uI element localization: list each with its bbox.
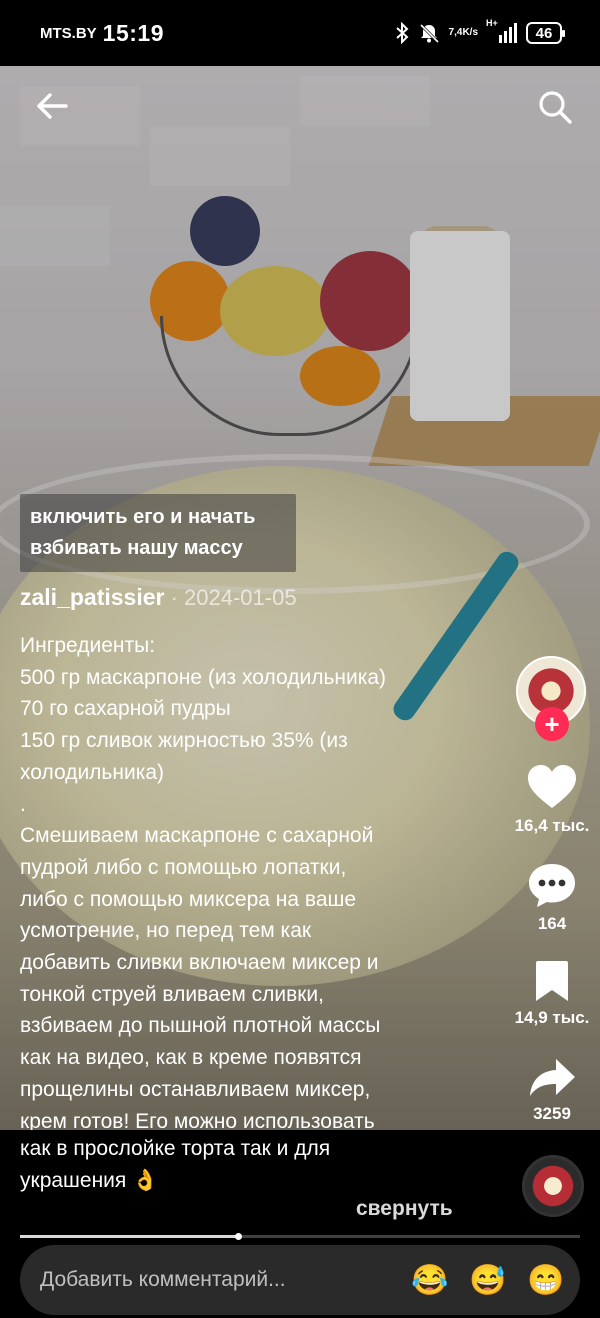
back-button[interactable] [32,86,72,126]
description-line: Ингредиенты: [20,634,156,657]
video-progress-bar[interactable] [20,1233,580,1240]
comment-input[interactable]: Добавить комментарий... [40,1268,392,1292]
post-description: Ингредиенты: 500 гр маскарпоне (из холод… [20,630,492,1201]
author-line: zali_patissier · 2024-01-05 [20,584,297,611]
description-line: пудрой либо с помощью лопатки, [20,855,347,879]
save-count: 14,9 тыс. [514,1008,590,1027]
description-line: 70 го сахарной пудры [20,697,231,721]
subtitle-line: взбивать нашу массу [30,537,243,559]
description-line: украшения 👌 [20,1168,159,1192]
share-button[interactable]: 3259 [500,1058,600,1124]
description-line: Смешиваем маскарпоне с сахарной [20,824,374,848]
description-line: холодильника) [20,760,165,784]
collapse-button[interactable]: свернуть [356,1197,453,1221]
description-line: усмотрение, но перед тем как [20,919,312,943]
description-line: 150 гр сливок жирностью 35% (из [20,729,348,753]
comment-count: 164 [537,914,567,933]
comment-bubble-icon [529,864,575,907]
share-arrow-icon [530,1059,575,1096]
like-button[interactable]: 16,4 тыс. [500,764,600,836]
video-subtitle: включить его и начать взбивать нашу масс… [20,494,296,572]
status-clock: 15:19 [102,19,164,46]
search-button[interactable] [534,86,576,128]
net-speed-value: 7,4 [448,27,463,38]
emoji-joy-button[interactable]: 😂 [410,1260,450,1300]
signal-icon: H+ [486,18,517,43]
like-count: 16,4 тыс. [514,816,590,835]
heart-icon [528,765,576,808]
description-line: . [20,792,26,816]
description-line: 500 гр маскарпоне (из холодильника) [20,665,387,689]
emoji-grin-button[interactable]: 😁 [526,1260,566,1300]
bookmark-icon [536,961,568,1001]
description-line: как на видео, как в креме появятся [20,1046,362,1070]
status-bar: MTS.BY 15:19 7,4 K/s H+ 46 [0,0,600,66]
battery-icon: 46 [526,22,565,44]
description-line: прощелины останавливаем миксер, [20,1077,371,1101]
net-speed: 7,4 K/s [449,28,478,38]
subtitle-line: включить его и начать [30,506,256,528]
bluetooth-icon [395,22,409,44]
save-button[interactable]: 14,9 тыс. [500,960,600,1028]
author-name[interactable]: zali_patissier [20,584,164,610]
search-icon [539,91,572,124]
comment-button[interactable]: 164 [500,862,600,934]
status-icons: 7,4 K/s H+ 46 [395,18,565,44]
share-count: 3259 [533,1104,571,1123]
description-line: либо с помощью миксера на ваше [20,887,357,911]
comment-input-bar[interactable]: Добавить комментарий... 😂 😅 😁 [20,1245,580,1315]
emoji-sweat-smile-button[interactable]: 😅 [468,1260,508,1300]
progress-fill [20,1235,239,1238]
post-description-tail: как в прослойке торта так и для украшени… [20,1133,492,1196]
carrier-name: MTS.BY [40,24,97,42]
net-speed-unit: K/s [462,27,478,38]
description-line: взбиваем до пышной плотной массы [20,1014,381,1038]
description-line: как в прослойке торта так и для [20,1137,331,1160]
description-line: тонкой струей вливаем сливки, [20,982,324,1006]
description-line: добавить сливки включаем миксер и [20,951,379,975]
battery-level: 46 [535,24,553,42]
post-date: · 2024-01-05 [164,585,297,610]
mute-icon [418,22,440,44]
follow-button[interactable]: + [535,707,569,741]
plus-icon: + [544,709,560,739]
music-disc[interactable] [522,1155,584,1217]
network-type: H+ [486,18,498,28]
arrow-left-icon [37,93,68,119]
